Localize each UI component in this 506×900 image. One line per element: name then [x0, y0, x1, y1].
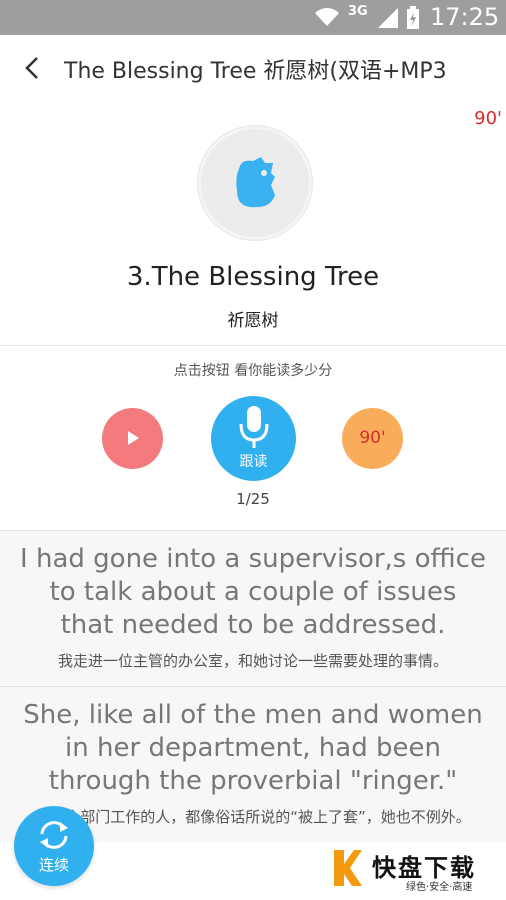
battery-charging-icon — [407, 6, 419, 29]
watermark-k-icon — [334, 850, 362, 886]
play-button[interactable] — [102, 408, 163, 469]
record-button[interactable]: 跟读 — [211, 396, 296, 481]
sentence-item[interactable]: I had gone into a supervisor,s office to… — [0, 530, 506, 686]
continuous-play-button[interactable]: 连续 — [14, 806, 94, 886]
page-title: The Blessing Tree 祈愿树(双语+MP3 — [64, 59, 447, 84]
lesson-title: 3.The Blessing Tree — [126, 262, 380, 292]
sentence-english: I had gone into a supervisor,s office to… — [20, 544, 486, 640]
back-arrow-icon[interactable] — [18, 53, 48, 83]
sentence-progress: 1/25 — [236, 490, 270, 508]
score-button[interactable]: 90' — [342, 408, 403, 469]
divider — [0, 345, 506, 346]
microphone-icon — [239, 406, 269, 448]
continuous-label: 连续 — [38, 856, 69, 874]
signal-icon — [378, 8, 398, 28]
wifi-icon — [315, 8, 339, 26]
best-score: 90' — [474, 108, 502, 129]
repeat-icon — [40, 821, 68, 849]
app-header: The Blessing Tree 祈愿树(双语+MP3 — [0, 35, 506, 103]
lesson-cover — [198, 126, 312, 240]
watermark-logo: 快盘下载 绿色·安全·高速 — [334, 846, 506, 898]
cover-illustration-icon — [236, 157, 275, 208]
play-icon — [128, 431, 139, 445]
sentence-english: She, like all of the men and women in he… — [23, 700, 483, 796]
watermark-tagline: 绿色·安全·高速 — [406, 882, 473, 893]
record-label: 跟读 — [239, 454, 268, 470]
lesson-subtitle: 祈愿树 — [227, 311, 279, 331]
reading-hint: 点击按钮 看你能读多少分 — [173, 363, 333, 379]
sentence-chinese: 我走进一位主管的办公室，和她讨论一些需要处理的事情。 — [57, 652, 448, 670]
sentence-chinese: 在这个部门工作的人，都像俗话所说的“被上了套”，她也不例外。 — [35, 808, 471, 826]
sentence-list: I had gone into a supervisor,s office to… — [0, 530, 506, 842]
status-bar: 3G 17:25 — [0, 0, 506, 35]
clock: 17:25 — [430, 3, 500, 31]
network-type: 3G — [348, 4, 368, 19]
